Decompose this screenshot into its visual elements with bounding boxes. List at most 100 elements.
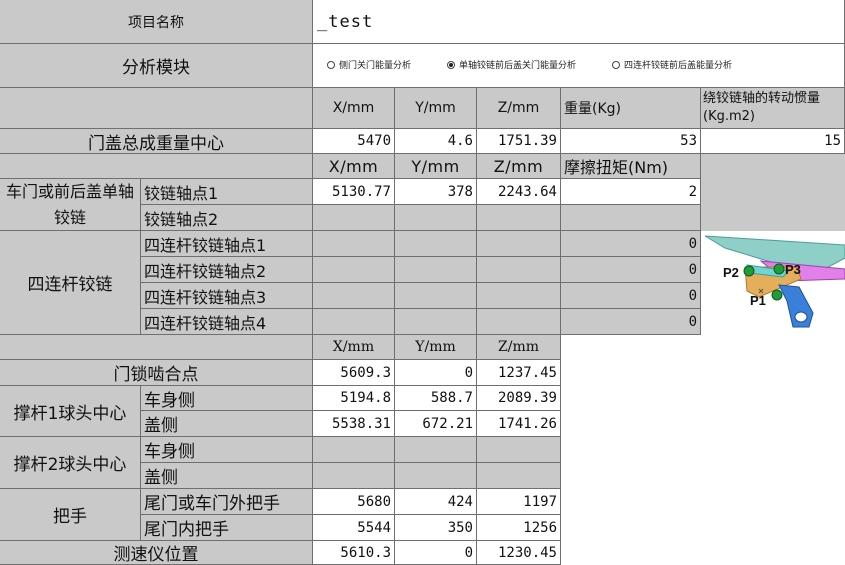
- diagram-label-p3: P3: [785, 262, 801, 277]
- radio-side-door[interactable]: 侧门关门能量分析: [327, 58, 411, 71]
- strut1-lid-z[interactable]: 1741.26: [477, 411, 561, 437]
- radio-four-bar-circle[interactable]: [612, 60, 620, 69]
- header2-z: Z/mm: [477, 154, 561, 179]
- header2-x: X/mm: [313, 154, 395, 179]
- radio-four-bar-label: 四连杆铰链前后盖能量分析: [624, 61, 733, 71]
- latch-z[interactable]: 1237.45: [477, 360, 561, 386]
- strut2-lid-label: 盖侧: [141, 463, 313, 489]
- strut1-body-y[interactable]: 588.7: [395, 386, 477, 411]
- four-bar-p2-friction[interactable]: 0: [561, 257, 701, 283]
- four-bar-p4-label: 四连杆铰链轴点4: [141, 309, 313, 335]
- handle-inner-z[interactable]: 1256: [477, 515, 561, 541]
- cog-label: 门盖总成重量中心: [0, 129, 313, 154]
- four-bar-diagram: P2 P3 P1: [701, 231, 845, 335]
- strut1-lid-y[interactable]: 672.21: [395, 411, 477, 437]
- speedometer-z[interactable]: 1230.45: [477, 541, 561, 565]
- header1-weight: 重量(Kg): [561, 88, 701, 129]
- four-bar-p1-friction[interactable]: 0: [561, 231, 701, 257]
- four-bar-label: 四连杆铰链: [0, 231, 141, 335]
- single-hinge-p1-friction[interactable]: 2: [561, 179, 701, 205]
- strut2-lid-y[interactable]: [395, 463, 477, 489]
- radio-side-door-label: 侧门关门能量分析: [339, 61, 412, 71]
- handle-outer-x[interactable]: 5680: [313, 489, 395, 515]
- diagram-label-p1: P1: [750, 293, 766, 308]
- four-bar-p3-y[interactable]: [395, 283, 477, 309]
- four-bar-p3-friction[interactable]: 0: [561, 283, 701, 309]
- four-bar-p2-label: 四连杆铰链轴点2: [141, 257, 313, 283]
- speedometer-y[interactable]: 0: [395, 541, 477, 565]
- header1-y: Y/mm: [395, 88, 477, 129]
- single-hinge-p1-label: 铰链轴点1: [141, 179, 313, 205]
- four-bar-p1-label: 四连杆铰链轴点1: [141, 231, 313, 257]
- diagram-label-p2: P2: [723, 265, 739, 280]
- four-bar-p4-z[interactable]: [477, 309, 561, 335]
- four-bar-p1-z[interactable]: [477, 231, 561, 257]
- single-hinge-p1-x[interactable]: 5130.77: [313, 179, 395, 205]
- four-bar-p2-z[interactable]: [477, 257, 561, 283]
- handle-inner-y[interactable]: 350: [395, 515, 477, 541]
- header3-y: Y/mm: [395, 335, 477, 360]
- four-bar-diagram-svg: P2 P3 P1: [704, 235, 845, 328]
- radio-single-hinge-label: 单轴铰链前后盖关门能量分析: [459, 61, 577, 71]
- right-blank-area: [701, 154, 845, 231]
- handle-outer-y[interactable]: 424: [395, 489, 477, 515]
- radio-single-hinge[interactable]: 单轴铰链前后盖关门能量分析: [447, 58, 576, 71]
- header3-x: X/mm: [313, 335, 395, 360]
- project-name-input[interactable]: _test: [313, 0, 845, 44]
- handle-inner-x[interactable]: 5544: [313, 515, 395, 541]
- speedometer-label: 测速仪位置: [0, 541, 313, 565]
- strut2-lid-z[interactable]: [477, 463, 561, 489]
- header1-x: X/mm: [313, 88, 395, 129]
- strut2-lid-x[interactable]: [313, 463, 395, 489]
- header1-inertia: 绕铰链轴的转动惯量(Kg.m2): [701, 88, 845, 129]
- radio-four-bar[interactable]: 四连杆铰链前后盖能量分析: [612, 58, 732, 71]
- strut2-body-x[interactable]: [313, 437, 395, 463]
- latch-label: 门锁啮合点: [0, 360, 313, 386]
- strut2-body-label: 车身侧: [141, 437, 313, 463]
- cog-y-cell[interactable]: 4.6: [395, 129, 477, 154]
- strut1-label: 撑杆1球头中心: [0, 386, 141, 437]
- latch-y[interactable]: 0: [395, 360, 477, 386]
- handle-label: 把手: [0, 489, 141, 541]
- cog-x-cell[interactable]: 5470: [313, 129, 395, 154]
- cog-inertia-cell[interactable]: 15: [701, 129, 845, 154]
- four-bar-p4-y[interactable]: [395, 309, 477, 335]
- single-hinge-p2-friction[interactable]: [561, 205, 701, 231]
- strut1-body-x[interactable]: 5194.8: [313, 386, 395, 411]
- four-bar-p3-z[interactable]: [477, 283, 561, 309]
- single-hinge-p2-z[interactable]: [477, 205, 561, 231]
- strut1-lid-x[interactable]: 5538.31: [313, 411, 395, 437]
- single-hinge-p2-label: 铰链轴点2: [141, 205, 313, 231]
- strut2-label: 撑杆2球头中心: [0, 437, 141, 489]
- four-bar-p1-y[interactable]: [395, 231, 477, 257]
- single-hinge-p2-x[interactable]: [313, 205, 395, 231]
- cog-weight-cell[interactable]: 53: [561, 129, 701, 154]
- strut1-lid-label: 盖侧: [141, 411, 313, 437]
- latch-x[interactable]: 5609.3: [313, 360, 395, 386]
- single-hinge-p2-y[interactable]: [395, 205, 477, 231]
- cog-z-cell[interactable]: 1751.39: [477, 129, 561, 154]
- single-hinge-p1-z[interactable]: 2243.64: [477, 179, 561, 205]
- four-bar-p3-x[interactable]: [313, 283, 395, 309]
- radio-single-hinge-circle[interactable]: [447, 60, 455, 69]
- four-bar-p1-x[interactable]: [313, 231, 395, 257]
- strut2-body-y[interactable]: [395, 437, 477, 463]
- four-bar-p2-y[interactable]: [395, 257, 477, 283]
- four-bar-p2-x[interactable]: [313, 257, 395, 283]
- strut1-body-z[interactable]: 2089.39: [477, 386, 561, 411]
- speedometer-x[interactable]: 5610.3: [313, 541, 395, 565]
- radio-side-door-circle[interactable]: [327, 60, 335, 69]
- handle-outer-z[interactable]: 1197: [477, 489, 561, 515]
- single-hinge-p1-y[interactable]: 378: [395, 179, 477, 205]
- header2-blank: [0, 154, 313, 179]
- lower-right-blank: [561, 335, 845, 565]
- header3-blank: [0, 335, 313, 360]
- four-bar-p4-x[interactable]: [313, 309, 395, 335]
- strut2-body-z[interactable]: [477, 437, 561, 463]
- four-bar-p3-label: 四连杆铰链轴点3: [141, 283, 313, 309]
- single-hinge-label: 车门或前后盖单轴铰链: [0, 179, 141, 231]
- header2-y: Y/mm: [395, 154, 477, 179]
- header1-blank: [0, 88, 313, 129]
- four-bar-p4-friction[interactable]: 0: [561, 309, 701, 335]
- header2-friction: 摩擦扭矩(Nm): [561, 154, 701, 179]
